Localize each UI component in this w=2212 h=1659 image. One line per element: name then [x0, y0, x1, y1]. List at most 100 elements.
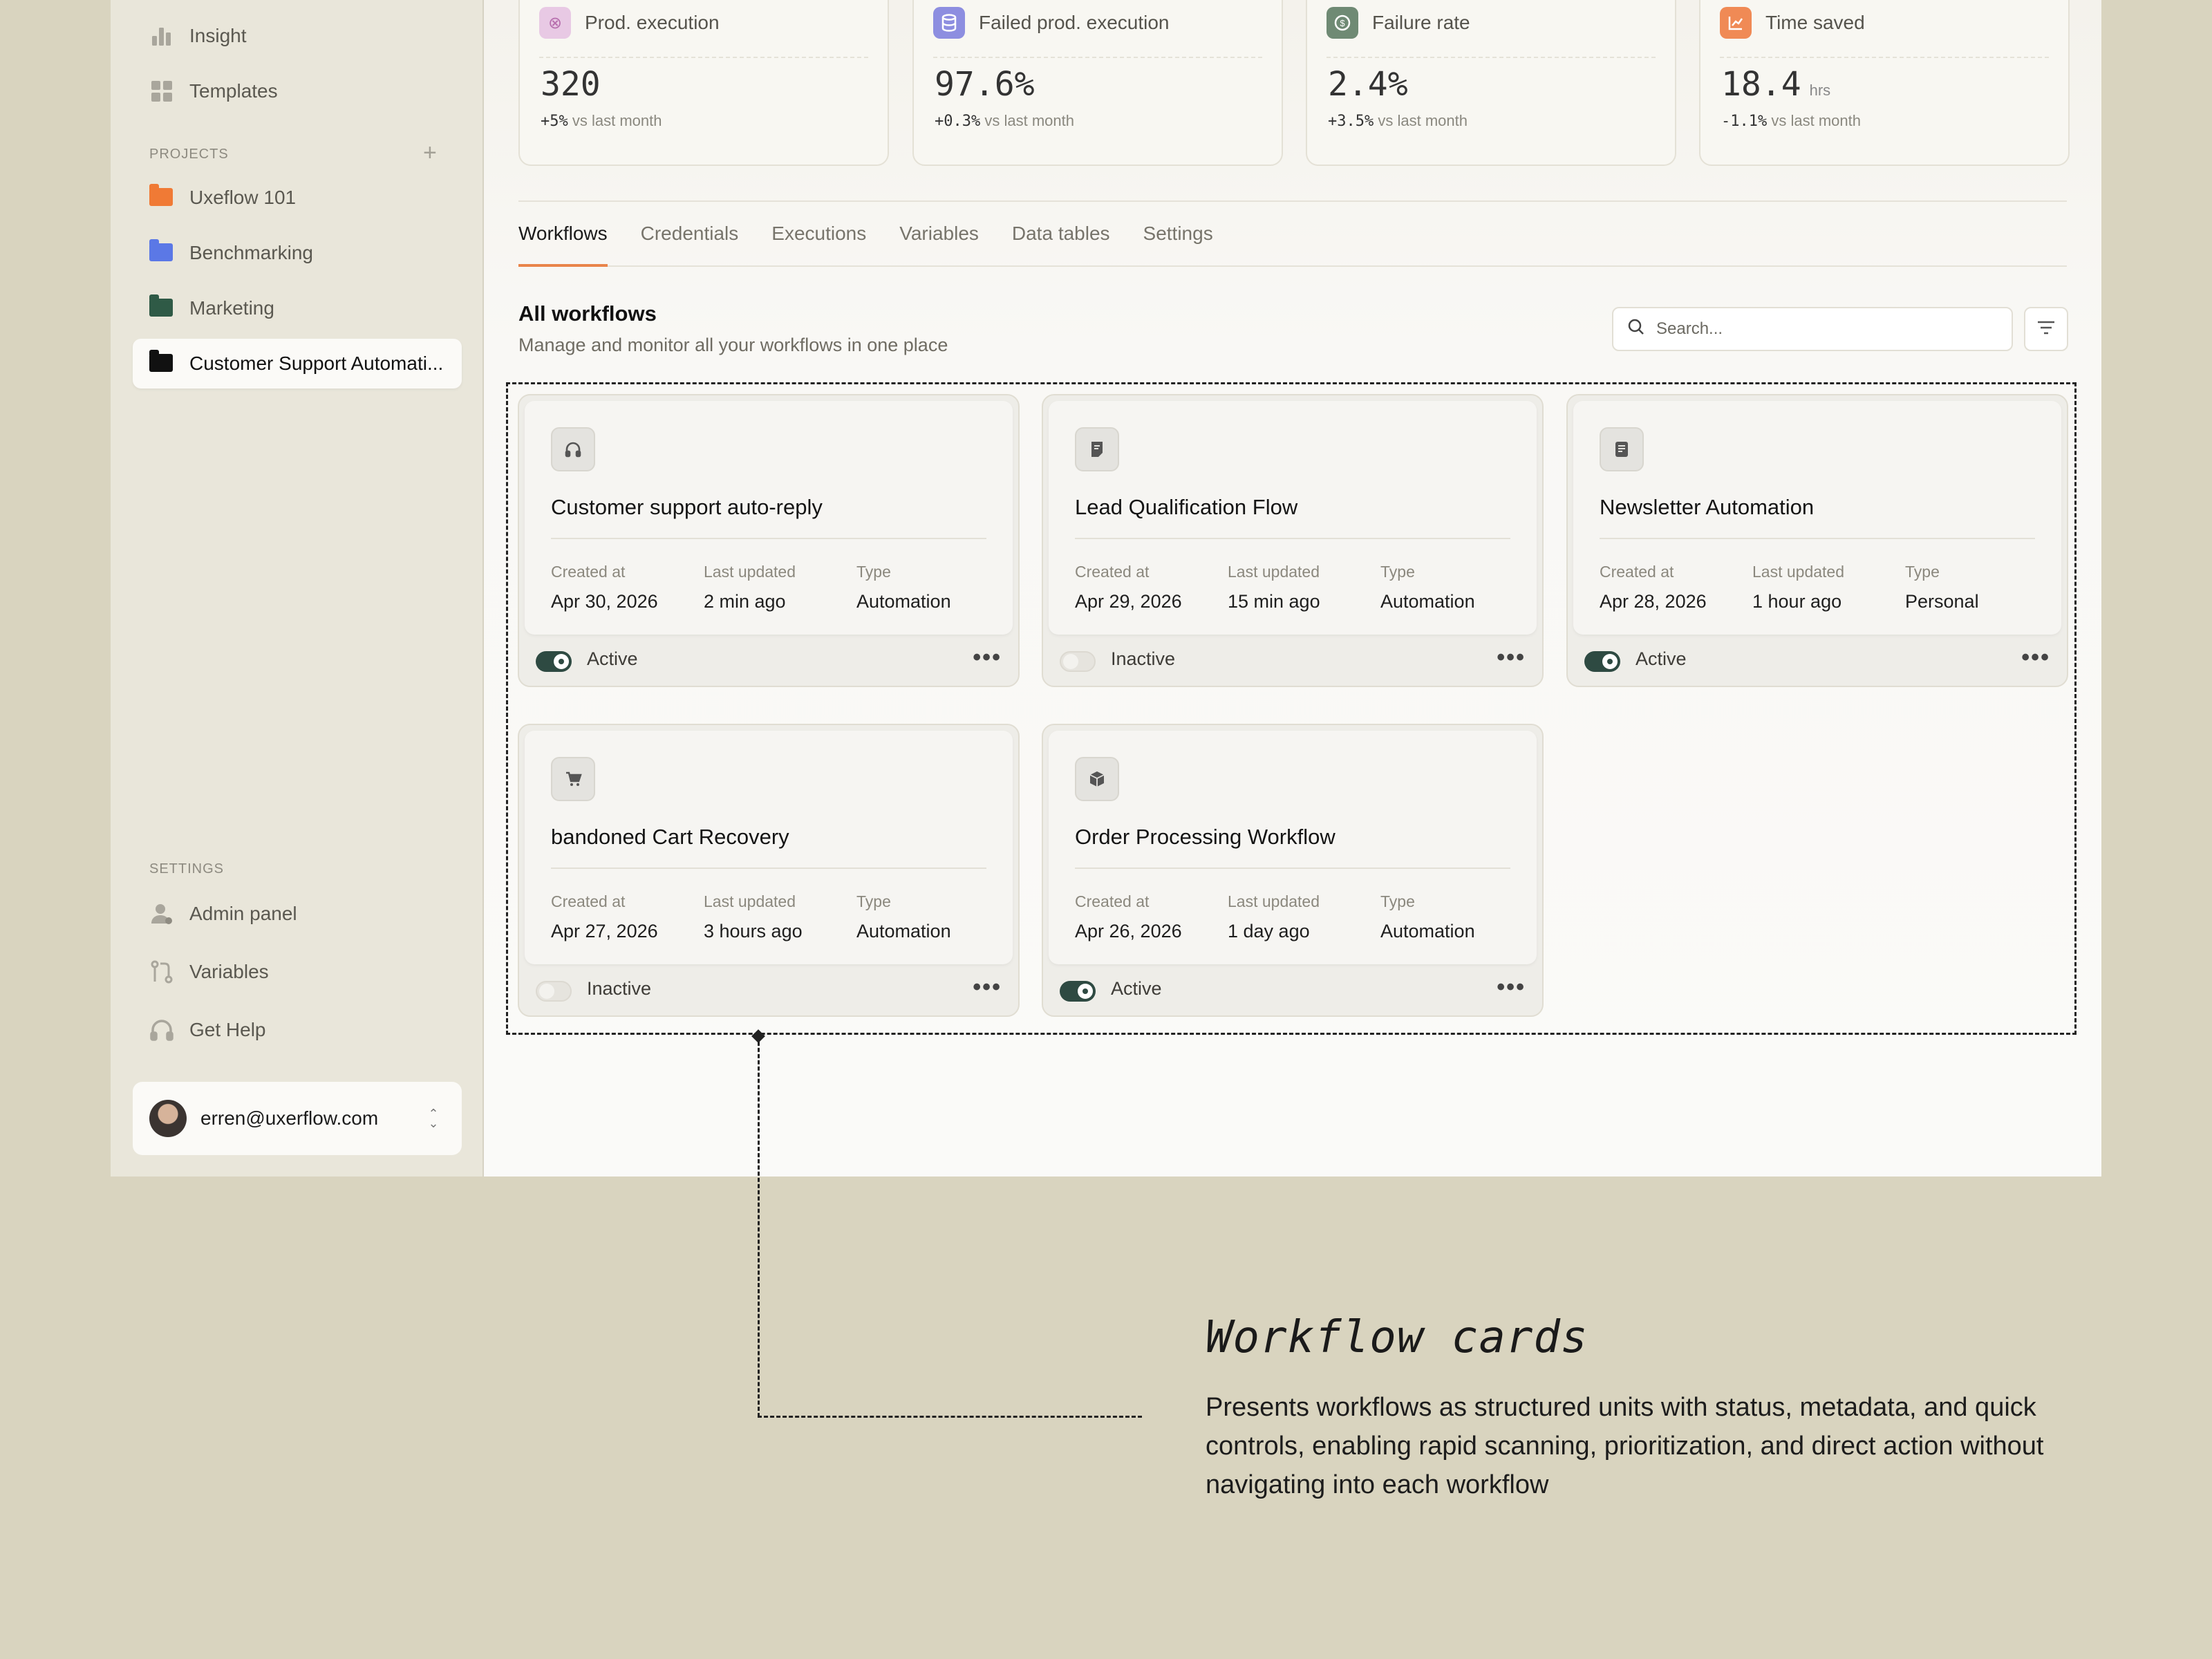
workflow-card[interactable]: Newsletter Automation Created at Apr 28, …	[1566, 394, 2068, 687]
connector-line	[758, 1416, 1142, 1418]
stat-delta-text: vs last month	[572, 112, 662, 129]
status-toggle[interactable]	[1060, 651, 1096, 672]
meta-label: Last updated	[1228, 563, 1320, 581]
tab-settings[interactable]: Settings	[1143, 202, 1213, 265]
headphones-icon	[149, 1018, 174, 1042]
folder-icon	[149, 294, 174, 321]
search-placeholder: Search...	[1656, 319, 1723, 338]
more-options-icon[interactable]: •••	[2021, 644, 2050, 671]
filter-button[interactable]	[2024, 307, 2068, 351]
created-at: Apr 26, 2026	[1075, 921, 1182, 941]
workflow-card[interactable]: bandoned Cart Recovery Created at Apr 27,…	[518, 724, 1020, 1017]
more-options-icon[interactable]: •••	[973, 644, 1002, 671]
stat-card: $ Failure rate 2.4% +3.5% vs last month	[1306, 0, 1676, 166]
dollar-circle-icon: $	[1327, 7, 1358, 39]
workflow-card[interactable]: Lead Qualification Flow Created at Apr 29…	[1042, 394, 1544, 687]
last-updated: 1 day ago	[1228, 921, 1310, 941]
stat-delta-text: vs last month	[1378, 112, 1468, 129]
sidebar-item-insight[interactable]: Insight	[133, 11, 462, 61]
last-updated: 15 min ago	[1228, 591, 1320, 612]
connector-line	[758, 1035, 760, 1417]
section-title: All workflows	[518, 301, 657, 326]
tab-workflows[interactable]: Workflows	[518, 202, 608, 267]
svg-text:$: $	[1340, 18, 1345, 28]
sidebar-item-templates[interactable]: Templates	[133, 66, 462, 116]
prod-execution-icon: ⊗	[539, 7, 571, 39]
workflow-title: Order Processing Workflow	[1075, 825, 1335, 849]
workflow-title: bandoned Cart Recovery	[551, 825, 789, 849]
trend-chart-icon	[1720, 7, 1752, 39]
document-icon	[1075, 427, 1119, 471]
meta-label: Type	[856, 563, 891, 581]
created-at: Apr 30, 2026	[551, 591, 658, 612]
meta-label: Last updated	[704, 563, 796, 581]
tab-credentials[interactable]: Credentials	[641, 202, 739, 265]
status-toggle[interactable]	[536, 651, 572, 672]
sidebar-item-admin-panel[interactable]: Admin panel	[133, 889, 462, 939]
stat-delta-text: vs last month	[984, 112, 1074, 129]
annotation-description: Presents workflows as structured units w…	[1206, 1393, 2044, 1499]
folder-icon	[149, 184, 174, 210]
stat-delta: +0.3%	[935, 113, 981, 130]
stat-delta: +3.5%	[1328, 113, 1374, 130]
box-icon	[1075, 757, 1119, 801]
meta-label: Type	[856, 892, 891, 910]
meta-label: Last updated	[1752, 563, 1845, 581]
status-toggle[interactable]	[1584, 651, 1620, 672]
sidebar-item-label: Insight	[189, 25, 247, 46]
sidebar-item-label: Get Help	[189, 1019, 266, 1040]
user-email: erren@uxerflow.com	[200, 1107, 379, 1129]
avatar	[149, 1100, 187, 1137]
sidebar-item-get-help[interactable]: Get Help	[133, 1005, 462, 1055]
sidebar-item-project[interactable]: Uxeflow 101	[133, 173, 462, 223]
stat-value: 320	[541, 65, 601, 104]
stat-title: Time saved	[1765, 12, 1865, 33]
status-toggle[interactable]	[536, 981, 572, 1002]
more-options-icon[interactable]: •••	[1497, 644, 1526, 671]
last-updated: 2 min ago	[704, 591, 786, 612]
tab-data-tables[interactable]: Data tables	[1012, 202, 1110, 265]
status-label: Active	[1635, 648, 1687, 669]
chevron-up-down-icon[interactable]: ⌃ ⌄	[422, 1107, 445, 1130]
workflow-type: Automation	[856, 921, 951, 941]
stat-delta-text: vs last month	[1771, 112, 1861, 129]
database-icon	[933, 7, 965, 39]
search-input[interactable]: Search...	[1612, 307, 2013, 351]
newsletter-icon	[1600, 427, 1644, 471]
workflow-card[interactable]: Customer support auto-reply Created at Ap…	[518, 394, 1020, 687]
folder-icon	[149, 350, 174, 376]
stat-card: Failed prod. execution 97.6% +0.3% vs la…	[912, 0, 1283, 166]
meta-label: Type	[1380, 892, 1415, 910]
stat-delta: -1.1%	[1721, 113, 1768, 130]
workflow-type: Automation	[856, 591, 951, 612]
meta-label: Created at	[1600, 563, 1674, 581]
created-at: Apr 28, 2026	[1600, 591, 1707, 612]
account-switcher[interactable]: erren@uxerflow.com ⌃ ⌄	[133, 1082, 462, 1155]
meta-label: Last updated	[704, 892, 796, 910]
more-options-icon[interactable]: •••	[1497, 974, 1526, 1001]
stat-card: ⊗ Prod. execution 320 +5% vs last month	[518, 0, 889, 166]
meta-label: Created at	[551, 563, 626, 581]
more-options-icon[interactable]: •••	[973, 974, 1002, 1001]
sidebar-item-label: Uxeflow 101	[189, 187, 297, 208]
add-project-plus-icon[interactable]: +	[423, 140, 437, 167]
workflow-title: Customer support auto-reply	[551, 495, 823, 519]
stat-card: Time saved 18.4 hrs -1.1% vs last month	[1699, 0, 2070, 166]
stat-value: 97.6%	[935, 65, 1035, 104]
sidebar-item-project[interactable]: Marketing	[133, 283, 462, 333]
sidebar-item-label: Benchmarking	[189, 242, 313, 263]
tab-executions[interactable]: Executions	[771, 202, 866, 265]
status-toggle[interactable]	[1060, 981, 1096, 1002]
sidebar-item-project[interactable]: Benchmarking	[133, 228, 462, 278]
last-updated: 3 hours ago	[704, 921, 803, 941]
sidebar-item-project-active[interactable]: Customer Support Automati...	[133, 339, 462, 388]
workflow-card[interactable]: Order Processing Workflow Created at Apr …	[1042, 724, 1544, 1017]
branch-icon	[149, 959, 174, 984]
created-at: Apr 27, 2026	[551, 921, 658, 941]
sidebar: Insight Templates PROJECTS + Uxeflow 101…	[111, 0, 484, 1177]
stat-delta: +5%	[541, 113, 568, 130]
tab-variables[interactable]: Variables	[899, 202, 979, 265]
user-icon	[149, 901, 174, 926]
sidebar-item-variables[interactable]: Variables	[133, 947, 462, 997]
projects-heading: PROJECTS	[149, 147, 229, 162]
